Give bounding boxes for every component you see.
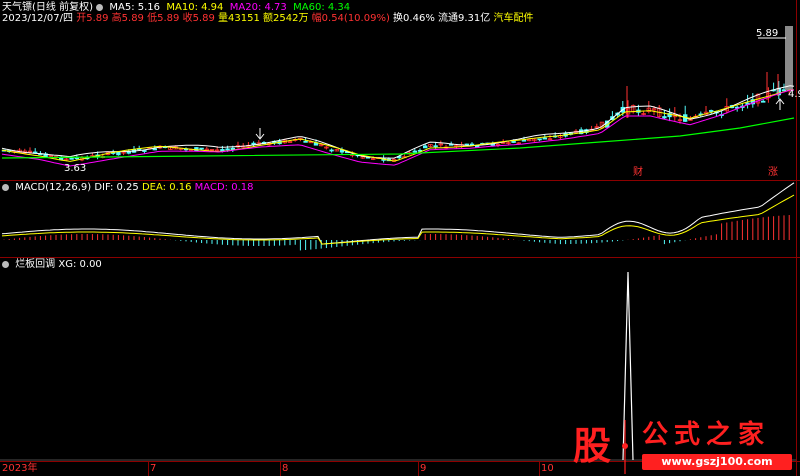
ma10-line [1, 89, 794, 162]
time-tick-10 [539, 462, 540, 476]
candle-body [251, 142, 256, 145]
time-label-7: 7 [150, 463, 157, 474]
macd-header: MACD(12,26,9) DIF: 0.25 DEA: 0.16 MACD: … [2, 182, 253, 194]
dif-label: DIF: [94, 182, 114, 193]
watermark: 股 公式之家 www.gszj100.com [560, 418, 796, 474]
candle-body [422, 145, 428, 149]
dea-label: DEA: [141, 182, 167, 193]
time-tick-7 [148, 462, 149, 476]
candle-body [511, 140, 516, 143]
candle-body [116, 151, 121, 156]
xg-settings-icon[interactable] [2, 261, 9, 268]
price-right-mark: 4.9 [788, 89, 800, 100]
xg-value: 0.00 [79, 259, 102, 270]
dea-value: 0.16 [169, 182, 192, 193]
macd-name[interactable]: MACD(12,26,9) [15, 182, 91, 193]
candle-body [412, 150, 417, 153]
time-label-9: 9 [420, 463, 427, 474]
candle-body [537, 138, 542, 141]
down-arrow-icon [255, 128, 265, 140]
up-arrow-icon [775, 98, 785, 110]
time-label-8: 8 [282, 463, 289, 474]
candle-body [433, 145, 438, 148]
xg-label: XG: [58, 259, 77, 270]
candle-body [542, 137, 547, 140]
candle-body [662, 116, 667, 119]
macd-value: 0.18 [231, 182, 254, 193]
watermark-logo: 股 [572, 423, 611, 468]
candle-body [761, 100, 766, 103]
watermark-url: www.gszj100.com [642, 454, 792, 470]
time-tick-9 [418, 462, 419, 476]
xg-header: 烂板回调 XG: 0.00 [2, 259, 102, 271]
low-price-label: 3.63 [64, 163, 87, 174]
candle-body [469, 143, 475, 146]
event-tag-cai[interactable]: 财 [633, 167, 643, 179]
candle-body [199, 147, 204, 150]
candle-body [142, 150, 147, 152]
watermark-title: 公式之家 [642, 420, 771, 450]
price-top-label: 5.89 [756, 28, 779, 39]
last-candle-highlight [785, 26, 793, 90]
event-tag-zhang[interactable]: 涨 [768, 167, 778, 179]
candle-body [709, 110, 714, 112]
time-label-year: 2023年 [2, 463, 38, 474]
xg-name[interactable]: 烂板回调 [15, 259, 55, 270]
time-tick-8 [280, 462, 281, 476]
dif-value: 0.25 [116, 182, 139, 193]
macd-settings-icon[interactable] [2, 184, 9, 191]
candle-body [329, 149, 334, 152]
time-label-10: 10 [541, 463, 554, 474]
price-chart[interactable] [0, 0, 800, 476]
candle-body [69, 157, 74, 160]
candle-body [225, 148, 230, 151]
dea-line [1, 194, 795, 245]
candle-body [152, 148, 157, 151]
candle-body [303, 140, 308, 143]
macd-label: MACD: [194, 182, 229, 193]
